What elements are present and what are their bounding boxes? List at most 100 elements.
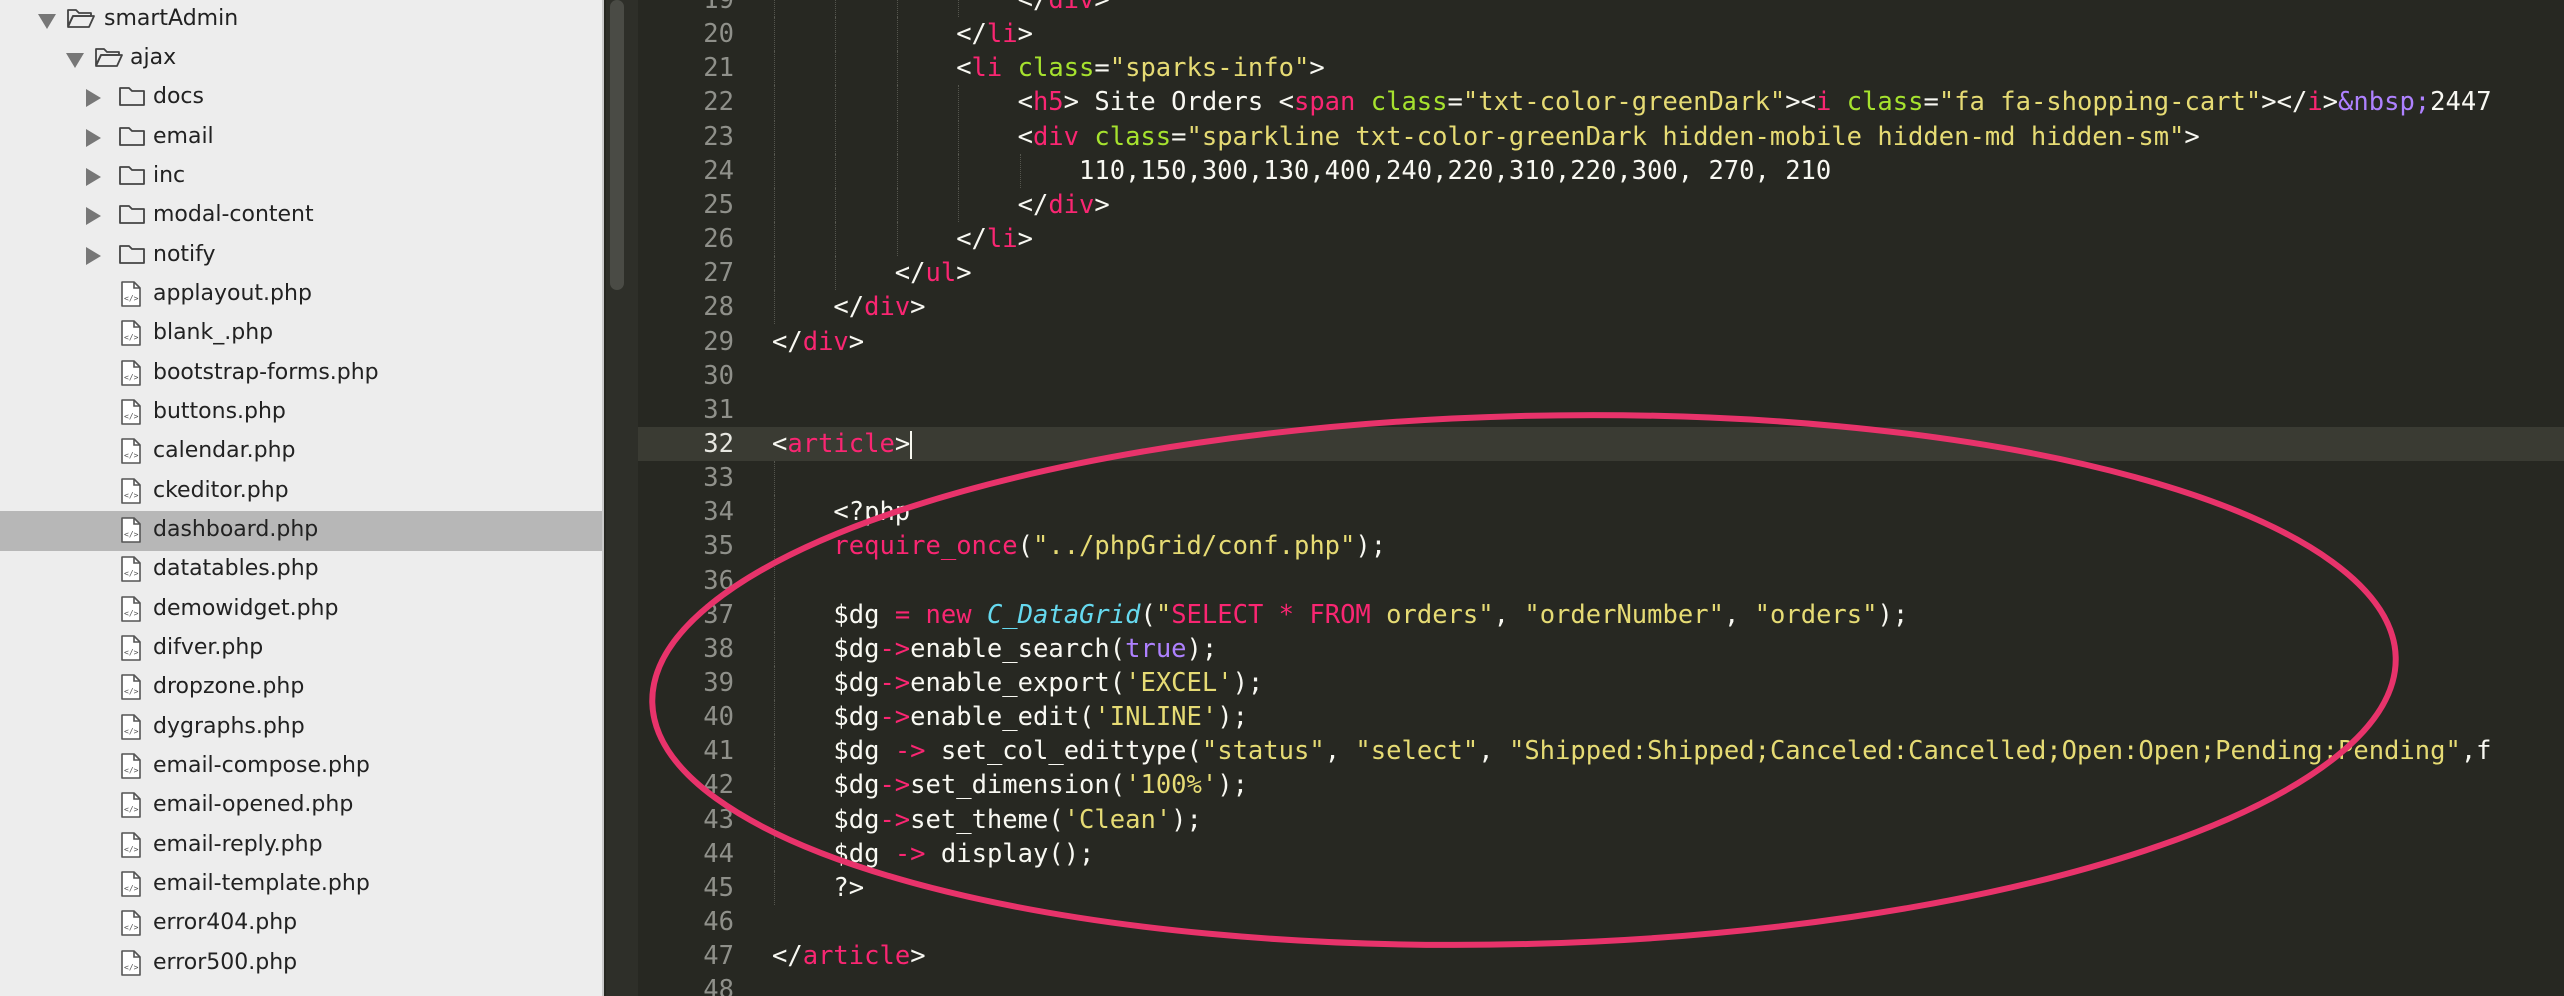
tree-file-email-reply-php[interactable]: </> email-reply.php [0,826,602,866]
tree-file-email-compose-php[interactable]: </> email-compose.php [0,747,602,787]
tree-folder-notify[interactable]: notify [0,236,602,276]
code-line[interactable]: 25 </div> [638,187,2564,222]
tree-folder-email[interactable]: email [0,118,602,158]
code-line[interactable]: 44 $dg -> display(); [638,836,2564,871]
code-text: $dg->set_dimension('100%'); [833,768,1248,802]
code-line[interactable]: 23 <div class="sparkline txt-color-greenD… [638,119,2564,154]
code-line[interactable]: 33 [638,461,2564,496]
php-file-icon: </> [120,674,142,705]
code-line[interactable]: 21 <li class="sparks-info"> [638,51,2564,86]
svg-text:</>: </> [124,766,139,775]
code-token: > [1017,19,1033,50]
code-token: " [1155,599,1172,630]
tree-file-difver-php[interactable]: </> difver.php [0,629,602,669]
tree-file-ckeditor-php[interactable]: </> ckeditor.php [0,472,602,512]
tree-file-demowidget-php[interactable]: </> demowidget.php [0,590,602,630]
code-line[interactable]: 30 [638,359,2564,393]
tree-folder-inc[interactable]: inc [0,157,602,197]
tree-folder-modal-content[interactable]: modal-content [0,196,602,236]
code-line[interactable]: 46 [638,905,2564,939]
code-editor[interactable]: 19 </div> 20 </li> 21 <li class="sparks-info"… [638,0,2564,996]
code-line[interactable]: 26 </li> [638,222,2564,257]
code-token: set_dimension( [910,770,1126,801]
disclosure-expanded-icon[interactable] [66,53,84,68]
code-line[interactable]: 22 <h5> Site Orders <span class="txt-colo… [638,85,2564,120]
code-text: </div> [833,290,925,324]
code-line[interactable]: 36 [638,563,2564,598]
code-token: ul [925,258,957,289]
php-file-icon: </> [120,399,142,430]
disclosure-collapsed-icon[interactable] [86,247,101,265]
disclosure-expanded-icon[interactable] [38,14,56,29]
tree-item-label: dashboard.php [153,517,319,542]
code-line[interactable]: 37 $dg = new C_DataGrid("SELECT * FROM or… [638,597,2564,632]
indent-guide [896,51,898,86]
tree-file-datatables-php[interactable]: </> datatables.php [0,550,602,590]
tree-file-error404-php[interactable]: </> error404.php [0,904,602,944]
indent-guide [774,51,775,86]
tree-folder-docs[interactable]: docs [0,78,602,118]
folder-icon [118,124,146,153]
disclosure-collapsed-icon[interactable] [86,89,101,107]
tree-file-calendar-php[interactable]: </> calendar.php [0,432,602,472]
tree-file-email-template-php[interactable]: </> email-template.php [0,865,602,905]
code-text: $dg->enable_export('EXCEL'); [833,666,1263,700]
line-number: 33 [703,463,734,494]
code-text: <div class="sparkline txt-color-greenDar… [1018,120,2200,154]
tree-item-label: error404.php [153,910,298,935]
code-line[interactable]: 39 $dg->enable_export('EXCEL'); [638,666,2564,700]
tree-file-bootstrap-forms-php[interactable]: </> bootstrap-forms.php [0,354,602,394]
code-text: $dg = new C_DataGrid("SELECT * FROM orde… [833,598,1908,632]
code-token: "fa fa-shopping-cart" [1938,87,2262,118]
code-line[interactable]: 43 $dg->set_theme('Clean'); [638,802,2564,837]
code-line[interactable]: 40 $dg->enable_edit('INLINE'); [638,700,2564,735]
code-line[interactable]: 32 <article> [638,426,2564,461]
indent-guide [835,119,837,154]
code-token: class [1370,87,1448,118]
indent-guide [835,85,837,120]
line-number: 25 [703,189,734,220]
disclosure-collapsed-icon[interactable] [86,207,101,225]
tree-file-email-opened-php[interactable]: </> email-opened.php [0,786,602,826]
tree-folder-ajax[interactable]: ajax [0,39,602,79]
folder-icon [118,202,146,231]
code-line[interactable]: 27 </ul> [638,256,2564,291]
code-line[interactable]: 47 </article> [638,939,2564,973]
code-token: 'INLINE' [1094,702,1218,733]
tree-file-dropzone-php[interactable]: </> dropzone.php [0,668,602,708]
disclosure-collapsed-icon[interactable] [86,129,101,147]
code-line[interactable]: 19 </div> [638,0,2564,17]
indent-guide [774,734,775,769]
code-line[interactable]: 31 [638,393,2564,427]
svg-text:</>: </> [124,805,139,814]
code-line[interactable]: 45 ?> [638,870,2564,905]
code-token: ); [1232,668,1264,698]
php-file-icon: </> [120,832,142,863]
code-token: '100%' [1125,770,1218,801]
code-line[interactable]: 48 [638,973,2564,996]
tree-file-applayout-php[interactable]: </> applayout.php [0,275,602,315]
code-line[interactable]: 34 <?php [638,495,2564,530]
tree-file-error500-php[interactable]: </> error500.php [0,944,602,984]
code-line[interactable]: 28 </div> [638,290,2564,325]
code-line[interactable]: 38 $dg->enable_search(true); [638,631,2564,666]
disclosure-collapsed-icon[interactable] [86,168,101,186]
code-token: -> [879,804,911,835]
code-line[interactable]: 29 </div> [638,325,2564,359]
tree-file-blank-php[interactable]: </> blank_.php [0,314,602,354]
tree-file-dashboard-php[interactable]: </> dashboard.php [0,511,602,551]
code-token: = [894,599,911,630]
code-line[interactable]: 35 require_once("../phpGrid/conf.php"); [638,529,2564,564]
indent-guide [774,631,775,666]
tree-file-dygraphs-php[interactable]: </> dygraphs.php [0,708,602,748]
code-token: ); [1217,770,1248,801]
code-line[interactable]: 24 110,150,300,130,400,240,220,310,220,30… [638,153,2564,188]
code-line[interactable]: 42 $dg->set_dimension('100%'); [638,768,2564,803]
code-line[interactable]: 41 $dg -> set_col_edittype("status", "sel… [638,734,2564,769]
tree-file-buttons-php[interactable]: </> buttons.php [0,393,602,433]
sidebar-scrollbar-thumb[interactable] [610,0,624,290]
tree-folder-smartadmin[interactable]: smartAdmin [0,0,602,40]
code-line[interactable]: 20 </li> [638,17,2564,52]
tree-item-label: dropzone.php [153,674,305,699]
tree-item-label: buttons.php [153,399,286,424]
